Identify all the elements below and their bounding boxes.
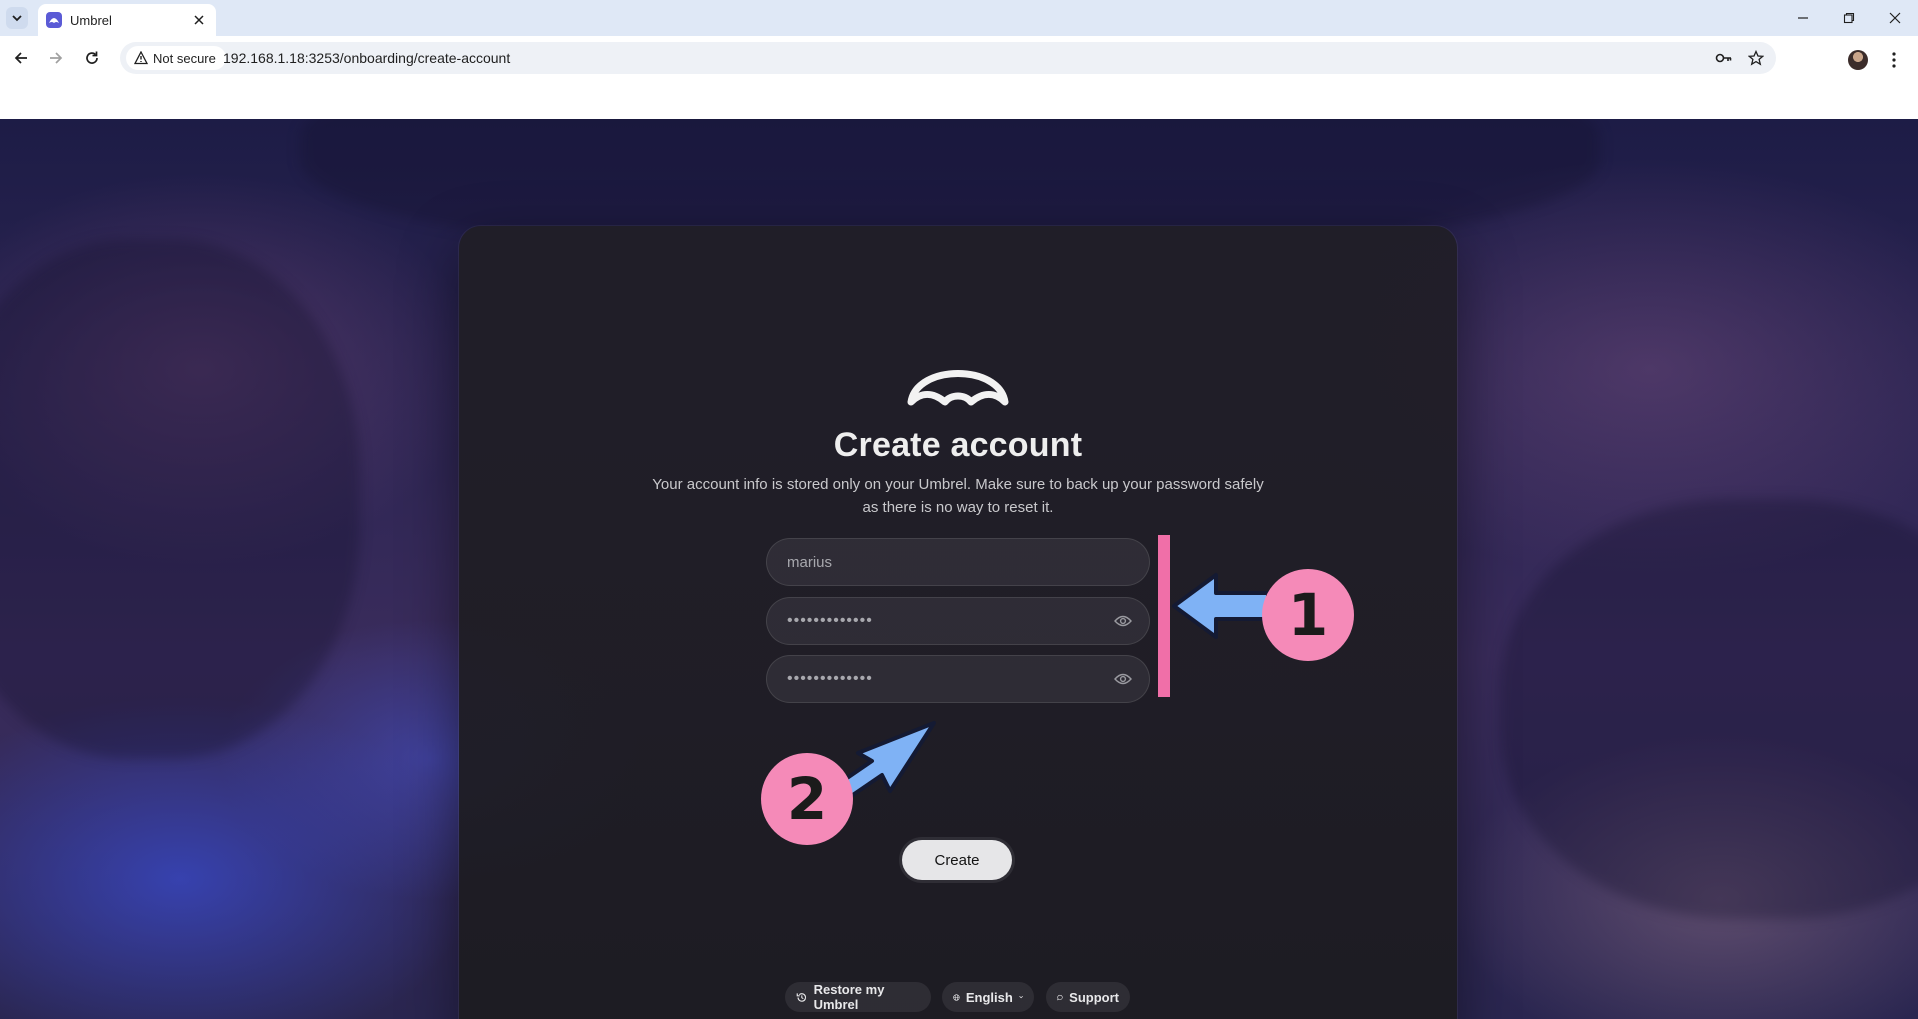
highlight-bar (1158, 535, 1170, 697)
page-viewport: Create account Your account info is stor… (0, 119, 1918, 1019)
security-label: Not secure (153, 50, 216, 66)
name-input[interactable] (766, 538, 1150, 586)
show-confirm-password-eye-icon[interactable] (1113, 669, 1133, 689)
browser-tab-umbrel[interactable]: Umbrel (38, 4, 216, 36)
address-bar[interactable]: Not secure 192.168.1.18:3253/onboarding/… (120, 42, 1776, 74)
background-rock (1500, 499, 1918, 919)
chat-bubble-icon (1057, 994, 1063, 1001)
password-input[interactable] (766, 597, 1150, 645)
minimize-icon[interactable] (1790, 6, 1816, 30)
support-button[interactable]: Support (1046, 982, 1130, 1012)
show-password-eye-icon[interactable] (1113, 611, 1133, 631)
profile-avatar[interactable] (1848, 50, 1868, 70)
bookmark-star-icon[interactable] (1746, 48, 1766, 68)
page-title: Create account (833, 426, 1083, 464)
globe-icon (953, 993, 960, 1001)
warning-icon (134, 51, 148, 65)
window-close-icon[interactable] (1882, 6, 1908, 30)
tab-close-icon[interactable] (190, 11, 208, 29)
language-select[interactable]: English (942, 982, 1034, 1012)
chevron-down-icon (1019, 995, 1023, 999)
browser-tabstrip: Umbrel (0, 0, 1918, 36)
reload-icon[interactable] (80, 46, 104, 70)
restore-label: Restore my Umbrel (813, 982, 885, 1012)
background-rock (0, 239, 360, 759)
tab-title: Umbrel (70, 13, 112, 28)
step-1-badge: 1 (1262, 569, 1354, 661)
url-text[interactable]: 192.168.1.18:3253/onboarding/create-acco… (223, 50, 510, 66)
support-label: Support (1069, 989, 1119, 1005)
restore-icon (796, 992, 807, 1002)
step-2-badge: 2 (761, 753, 853, 845)
restore-umbrel-button[interactable]: Restore my Umbrel (785, 982, 931, 1012)
chevron-down-icon (12, 15, 22, 22)
back-arrow-icon[interactable] (9, 46, 33, 70)
forward-arrow-icon[interactable] (44, 46, 68, 70)
password-key-icon[interactable] (1714, 48, 1734, 68)
umbrel-logo-icon (907, 370, 1009, 406)
confirm-password-input[interactable] (766, 655, 1150, 703)
language-label: English (965, 989, 1013, 1005)
restore-icon[interactable] (1836, 6, 1862, 30)
security-chip[interactable]: Not secure (126, 46, 226, 70)
browser-toolbar: Not secure 192.168.1.18:3253/onboarding/… (0, 36, 1918, 120)
create-button[interactable]: Create (902, 840, 1012, 880)
arrow-left-icon (1172, 573, 1270, 639)
browser-menu-icon[interactable] (1884, 48, 1904, 72)
page-subtitle: Your account info is stored only on your… (652, 476, 1264, 516)
umbrel-favicon-icon (46, 12, 62, 28)
tab-search-button[interactable] (6, 7, 28, 29)
